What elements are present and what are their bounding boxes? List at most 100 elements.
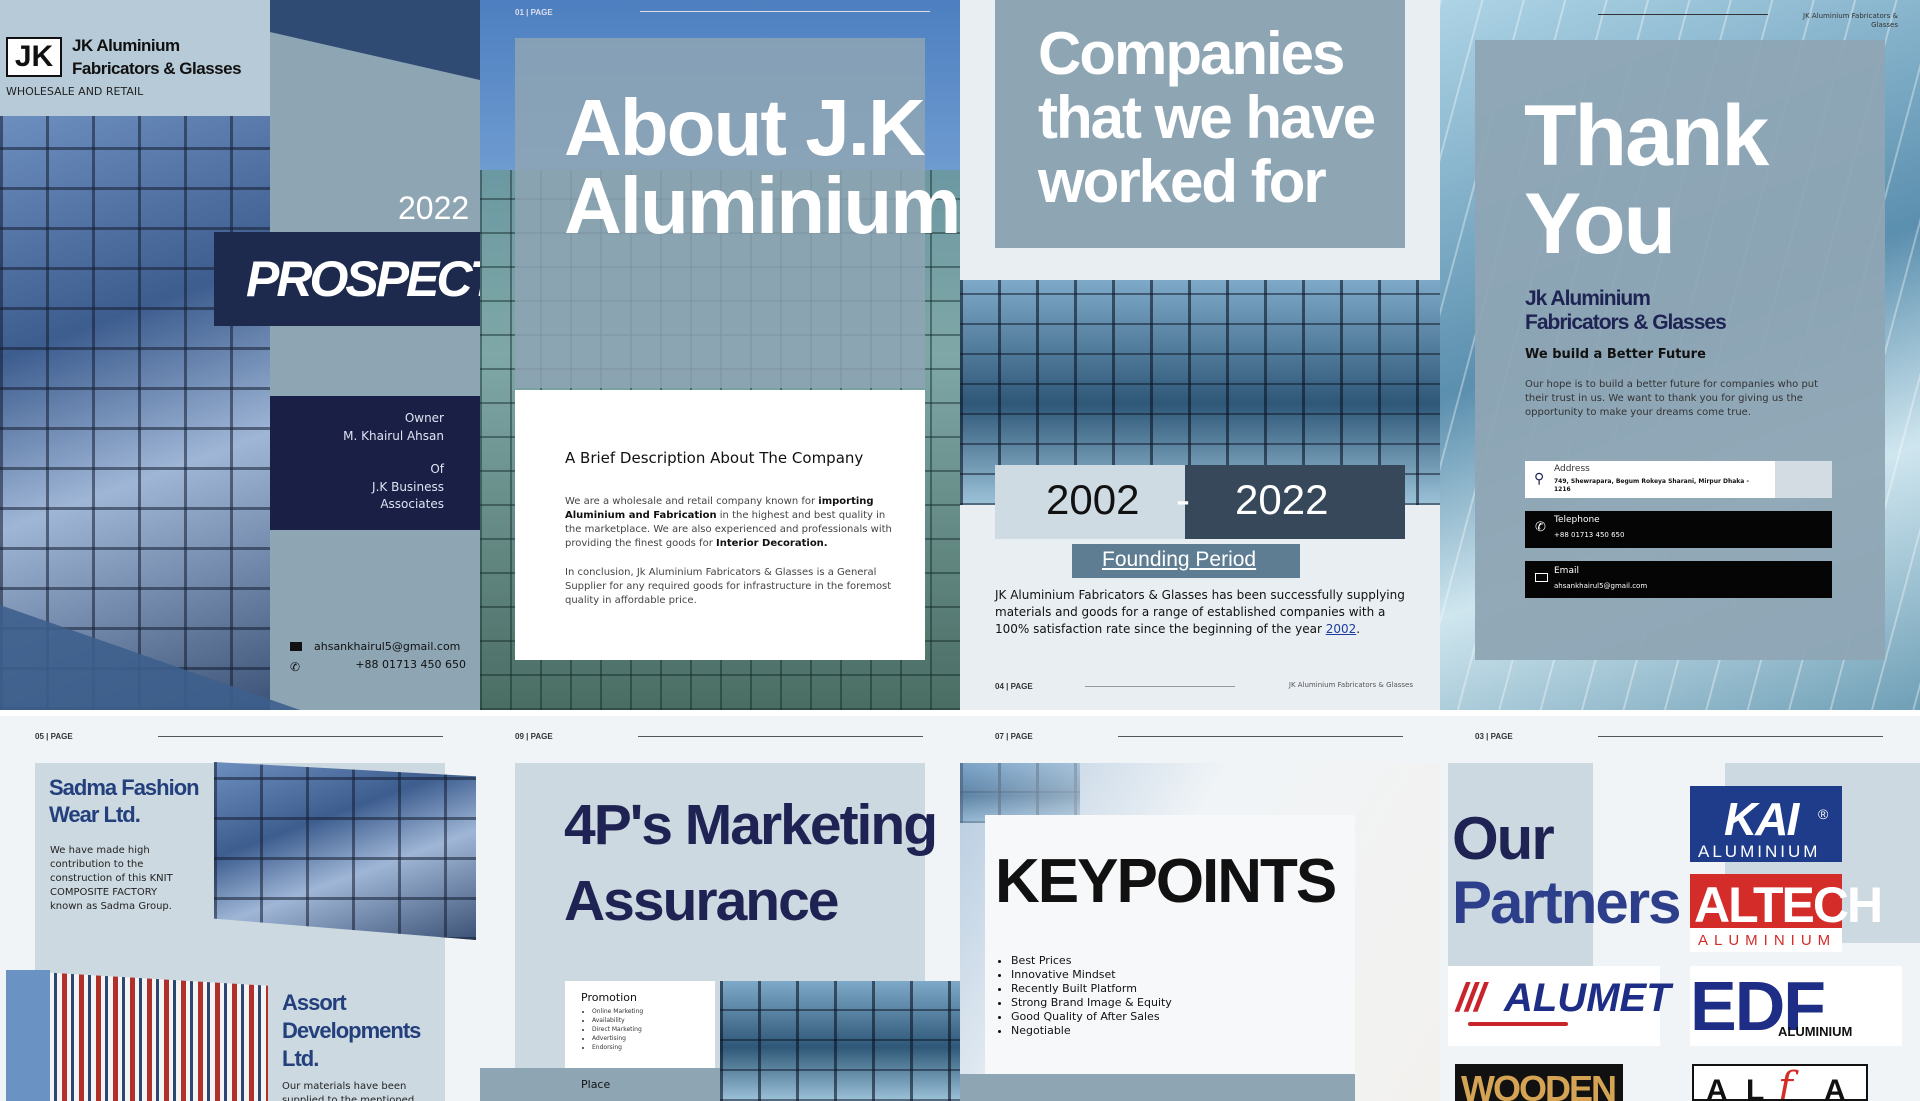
org-line2: Associates (380, 497, 444, 511)
page-label: 05 | PAGE (35, 732, 73, 741)
promotion-item: Online Marketing (592, 1007, 643, 1016)
logo-text: JK (14, 40, 54, 73)
footer-company: JK Aluminium Fabricators & Glasses (1288, 681, 1413, 689)
alumet-slashes: /// (1456, 976, 1485, 1020)
partners-title-line2: Partners (1452, 869, 1681, 936)
owner-label: Owner (404, 411, 444, 425)
header-rule (1598, 14, 1768, 15)
keypoint-item: Negotiable (1011, 1024, 1172, 1038)
promotion-label: Promotion (581, 991, 637, 1004)
address-value: 749, Shewrapara, Begum Rokeya Sharani, M… (1554, 478, 1749, 493)
alfa-a1: A (1706, 1074, 1728, 1101)
company2-name-line2: Developments (282, 1018, 421, 1043)
year-end: 2022 (1235, 476, 1329, 523)
alumet-swoosh (1468, 1022, 1568, 1026)
company2-body: Our materials have been supplied to the … (282, 1081, 415, 1101)
alumet-logo: /// ALUMET (1448, 966, 1671, 1046)
about-paragraph-2: In conclusion, Jk Aluminium Fabricators … (565, 567, 892, 606)
logo-box: JK (6, 37, 62, 77)
page-label: 01 | PAGE (515, 8, 553, 17)
thank-body: Our hope is to build a better future for… (1525, 379, 1819, 418)
marketing-title-line1: 4P's Marketing (564, 793, 938, 857)
company1-name-line2: Wear Ltd. (49, 802, 141, 827)
companies-body-year[interactable]: 2002 (1326, 622, 1357, 636)
company1-name-line1: Sadma Fashion (49, 775, 200, 800)
header-company: JK Aluminium Fabricators & Glasses (1803, 12, 1898, 29)
header-rule (638, 736, 923, 737)
place-label: Place (581, 1078, 611, 1091)
email[interactable]: ahsankhairul5@gmail.com (314, 640, 460, 653)
sadma-building-photo (214, 762, 476, 940)
prospectus-title: PROSPECTUS (246, 251, 480, 307)
promotion-item: Availability (592, 1016, 643, 1025)
telephone-value[interactable]: +88 01713 450 650 (1554, 531, 1624, 539)
alfa-f: f (1778, 1064, 1793, 1101)
building-photo (720, 981, 960, 1101)
page-partners: 03 | PAGE Our Partners KAI ® ALUMINIUM A… (1440, 716, 1920, 1101)
page-thank-you: JK Aluminium Fabricators & Glasses Thank… (1440, 0, 1920, 710)
company2-name-line1: Assort (282, 990, 347, 1015)
page-label: 04 | PAGE (995, 682, 1033, 691)
kai-logo: KAI ® ALUMINIUM (1690, 786, 1842, 862)
company-name-line1: JK Aluminium (72, 36, 180, 55)
companies-title-line3: worked for (1038, 148, 1327, 215)
email-value[interactable]: ahsankhairul5@gmail.com (1554, 582, 1647, 590)
page-label: 03 | PAGE (1475, 732, 1513, 741)
companies-title-line1: Companies (1038, 20, 1345, 87)
slogan: We build a Better Future (1525, 347, 1706, 362)
company-line1: Jk Aluminium (1525, 287, 1651, 310)
mail-icon (1535, 573, 1548, 582)
keypoint-item: Recently Built Platform (1011, 982, 1172, 996)
phone[interactable]: +88 01713 450 650 (355, 658, 466, 671)
owner-box (270, 396, 480, 530)
assort-sky (6, 970, 50, 1101)
kai-name: KAI (1724, 793, 1799, 845)
kai-sub: ALUMINIUM (1698, 842, 1821, 861)
mail-icon (290, 642, 302, 651)
header-rule (1598, 736, 1883, 737)
page-client-companies: 05 | PAGE Sadma Fashion Wear Ltd. We hav… (0, 716, 480, 1101)
marketing-title-line2: Assurance (564, 869, 839, 933)
founding-period-label: Founding Period (1102, 548, 1257, 571)
about-title-line2: Aluminium (564, 161, 960, 250)
keypoint-item: Best Prices (1011, 954, 1172, 968)
edf-logo: EDF ALUMINIUM (1690, 966, 1902, 1046)
org-line1: J.K Business (372, 480, 444, 494)
keypoint-item: Innovative Mindset (1011, 968, 1172, 982)
page-marketing: 09 | PAGE 4P's Marketing Assurance Promo… (480, 716, 960, 1101)
about-paragraph-1: We are a wholesale and retail company kn… (565, 495, 895, 551)
email-label: Email (1554, 566, 1579, 576)
page-about: 01 | PAGE About J.K Aluminium A Brief De… (480, 0, 960, 710)
company1-body: We have made high contribution to the co… (50, 845, 173, 912)
keypoints-list: Best Prices Innovative Mindset Recently … (997, 954, 1172, 1038)
wooden-logo: WOODEN (1455, 1064, 1623, 1101)
companies-body: JK Aluminium Fabricators & Glasses has b… (995, 587, 1405, 638)
wooden-name: WOODEN (1461, 1068, 1617, 1101)
slate-panel (270, 30, 480, 710)
alfa-logo: A L f A (1692, 1064, 1868, 1101)
header-rule (640, 11, 930, 12)
thank-title-line1: Thank (1524, 88, 1769, 184)
alfa-a2: A (1824, 1074, 1846, 1101)
page-keypoints: 07 | PAGE KEYPOINTS Best Prices Innovati… (960, 716, 1440, 1101)
page-companies: Companies that we have worked for 2002 -… (960, 0, 1440, 710)
altech-name: ALTECH (1694, 877, 1883, 933)
keypoint-item: Strong Brand Image & Equity (1011, 996, 1172, 1010)
company-name-line2: Fabricators & Glasses (72, 59, 242, 78)
altech-logo: ALTECH ALUMINIUM (1690, 874, 1883, 952)
company2-name-line3: Ltd. (282, 1046, 319, 1071)
address-label: Address (1554, 464, 1590, 474)
page-label: 09 | PAGE (515, 732, 553, 741)
footer-rule (1085, 686, 1235, 687)
promotion-item: Direct Marketing (592, 1025, 643, 1034)
phone-icon: ✆ (290, 660, 301, 674)
location-pin-icon: ⚲ (1534, 470, 1545, 486)
thank-title-line2: You (1524, 176, 1676, 272)
companies-title-line2: that we have (1038, 84, 1376, 151)
partners-title-line1: Our (1452, 805, 1555, 872)
keypoint-item: Good Quality of After Sales (1011, 1010, 1172, 1024)
about-title-line1: About J.K (564, 83, 926, 172)
year: 2022 (398, 190, 470, 226)
address-row-ext (1775, 461, 1832, 498)
promotion-list: Online Marketing Availability Direct Mar… (578, 1007, 643, 1052)
